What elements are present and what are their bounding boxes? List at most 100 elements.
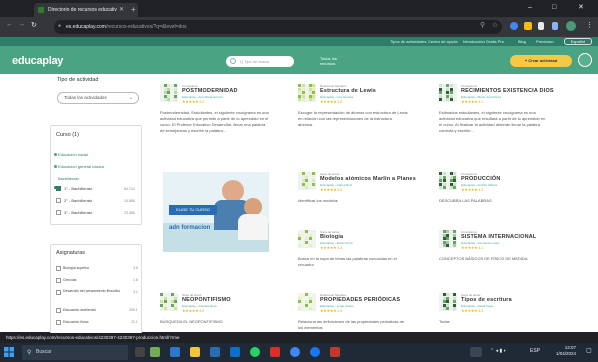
thumbnail-cell	[174, 91, 178, 95]
activity-thumbnail[interactable]	[298, 230, 316, 248]
close-window-button[interactable]: ✕	[578, 2, 584, 14]
course-checkbox[interactable]	[56, 210, 61, 215]
language-indicator[interactable]: ESP	[530, 348, 540, 354]
thumbnail-cell	[446, 230, 450, 233]
card-title[interactable]: PRODUCCIÓN	[461, 176, 501, 182]
ad-cta-button[interactable]: ELIGE TU CURSO	[169, 205, 217, 215]
card-title[interactable]: PROPIEDADES PERIÓDICAS	[320, 297, 400, 303]
extension-icon[interactable]	[524, 22, 532, 30]
thumbnail-cell	[442, 300, 446, 304]
thumbnail-cell	[308, 300, 312, 304]
cortana-icon[interactable]	[135, 347, 145, 357]
notifications-icon[interactable]: ▢	[586, 347, 592, 354]
card-title[interactable]: Biología	[320, 234, 343, 240]
thumbnail-cell	[174, 293, 178, 296]
store-icon[interactable]	[210, 347, 220, 357]
activity-thumbnail[interactable]	[439, 230, 457, 248]
task-view-icon[interactable]	[150, 347, 160, 357]
thumbnail-cell	[298, 300, 301, 304]
activity-thumbnail[interactable]	[160, 84, 178, 102]
zoom-icon[interactable]: ⚲	[480, 21, 485, 29]
extension-icon[interactable]	[510, 22, 518, 30]
forward-icon[interactable]: →	[18, 21, 25, 28]
search-input[interactable]: Q Tipo de busca	[226, 56, 294, 67]
thumbnail-cell	[308, 94, 312, 98]
subject-checkbox[interactable]	[56, 320, 61, 325]
card-title[interactable]: SISTEMA INTERNACIONAL	[461, 234, 537, 240]
sidepanel-icon[interactable]	[552, 22, 558, 30]
top-link[interactable]: Tipos de actividades	[390, 39, 426, 44]
app-icon[interactable]	[270, 347, 280, 357]
activity-thumbnail[interactable]	[298, 172, 316, 190]
course-item-count: 24.886	[124, 199, 135, 203]
thumbnail-cell	[305, 303, 309, 307]
top-link[interactable]: Introducción Gratis Pro	[463, 39, 504, 44]
thumbnail-cell	[453, 303, 457, 307]
card-title[interactable]: RECIMIENTOS EXISTENCIA DIOS	[461, 88, 554, 94]
thumbnail-cell	[446, 244, 450, 248]
site-logo[interactable]: educaplay	[12, 55, 63, 67]
subject-checkbox[interactable]	[56, 308, 61, 313]
user-avatar[interactable]	[578, 53, 592, 67]
activity-thumbnail[interactable]	[298, 293, 316, 311]
activity-thumbnail[interactable]	[160, 293, 178, 311]
thumbnail-cell	[449, 94, 453, 98]
activity-type-select[interactable]: Todas las actividades ⌄	[57, 92, 139, 104]
facebook-icon[interactable]	[310, 347, 320, 357]
address-bar[interactable]: es.educaplay.com/recursos-educativos/?q=…	[54, 20, 502, 34]
maximize-button[interactable]: □	[552, 2, 556, 14]
subject-checkbox[interactable]	[56, 266, 61, 271]
thumbnail-cell	[312, 182, 316, 186]
activity-thumbnail[interactable]	[439, 172, 457, 190]
app-edge-icon[interactable]	[170, 347, 180, 357]
subject-checkbox[interactable]	[56, 278, 61, 283]
bookmark-star-icon[interactable]: ☆	[492, 21, 498, 29]
top-link[interactable]: Preciosso	[536, 39, 554, 44]
create-activity-button[interactable]: + Crear actividad	[510, 55, 572, 67]
chrome-icon[interactable]	[290, 347, 300, 357]
thumbnail-cell	[442, 307, 446, 311]
new-tab-icon[interactable]: +	[131, 3, 136, 17]
thumbnail-cell	[170, 307, 174, 311]
extensions-puzzle-icon[interactable]	[538, 22, 544, 30]
browser-menu-icon[interactable]: ⋮	[586, 21, 593, 29]
thumbnail-cell	[163, 303, 167, 307]
browser-profile-avatar[interactable]	[566, 21, 576, 31]
windows-start-icon[interactable]	[4, 347, 14, 357]
top-link[interactable]: Centro de ayuda	[428, 39, 458, 44]
keyboard-icon[interactable]	[470, 347, 482, 357]
activity-thumbnail[interactable]	[298, 84, 316, 102]
app-icon[interactable]	[330, 347, 340, 357]
course-checkbox[interactable]	[56, 186, 61, 191]
taskbar-clock[interactable]: 13:07 1/04/2024	[556, 345, 576, 357]
back-icon[interactable]: ←	[6, 21, 13, 28]
mail-icon[interactable]	[230, 347, 240, 357]
subject-checkbox[interactable]	[56, 290, 61, 295]
file-explorer-icon[interactable]	[190, 347, 200, 357]
taskbar-search-input[interactable]: Buscar	[22, 345, 128, 360]
activity-thumbnail[interactable]	[439, 84, 457, 102]
reload-icon[interactable]: ↻	[31, 21, 37, 29]
card-title[interactable]: Modelos atómicos Marlin a Planes	[320, 176, 416, 182]
course-link[interactable]: Bachillerato	[58, 176, 79, 181]
tab-title: Directorio de recursos educativ	[48, 7, 117, 13]
card-title[interactable]: POSTMODERNIDAD	[182, 88, 238, 94]
card-title[interactable]: Estructura de Lewis	[320, 88, 376, 94]
thumbnail-cell	[301, 175, 305, 179]
tray-icons[interactable]: ⌃ ◂ ▮ ◐	[490, 348, 507, 354]
card-rating: ★★★★★ 4.6	[320, 187, 342, 192]
course-checkbox[interactable]	[56, 198, 61, 203]
course-link[interactable]: Educación inicial	[58, 152, 88, 157]
language-selector[interactable]: Español	[564, 38, 592, 45]
header-filter-label[interactable]: Todos los recursos	[320, 56, 337, 66]
top-link[interactable]: Blog	[518, 39, 526, 44]
subject-label: Ciencias	[63, 278, 77, 282]
card-title[interactable]: Tipos de escritura	[461, 297, 512, 303]
thumbnail-cell	[449, 175, 453, 179]
course-link[interactable]: Educación general básica	[58, 164, 104, 169]
whatsapp-icon[interactable]	[250, 347, 260, 357]
minimize-button[interactable]: –	[528, 2, 532, 14]
tab-close-icon[interactable]: ✕	[119, 3, 124, 17]
card-title[interactable]: NEOPONTIFISMO	[182, 297, 231, 303]
activity-thumbnail[interactable]	[439, 293, 457, 311]
